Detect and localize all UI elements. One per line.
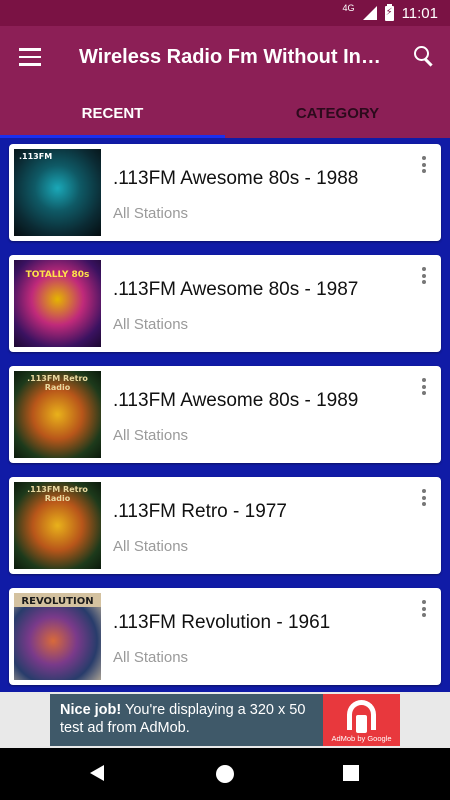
more-options-icon[interactable] [421,600,427,618]
network-type: 4G [342,3,355,13]
artwork-text: .113FM [19,152,53,161]
tab-bar: RECENT CATEGORY [0,90,450,138]
station-card[interactable]: .113FM .113FM Awesome 80s - 1988 All Sta… [9,144,441,241]
more-options-icon[interactable] [421,267,427,285]
ad-text: Nice job! You're displaying a 320 x 50 t… [60,701,310,737]
status-icons: 4G ⚡ 11:01 [343,3,438,23]
clock: 11:01 [401,4,438,22]
station-artwork: TOTALLY 80s [14,260,101,347]
more-options-icon[interactable] [421,156,427,174]
admob-brand-text: AdMob by Google [331,734,392,743]
station-category: All Stations [113,427,189,444]
station-name: .113FM Awesome 80s - 1988 [113,168,359,189]
station-category: All Stations [113,538,189,555]
tab-recent[interactable]: RECENT [0,90,225,138]
ad-banner[interactable]: Nice job! You're displaying a 320 x 50 t… [0,692,450,748]
status-bar: 4G ⚡ 11:01 [0,0,450,26]
tab-category[interactable]: CATEGORY [225,90,450,138]
search-icon[interactable] [414,46,434,67]
station-list[interactable]: .113FM .113FM Awesome 80s - 1988 All Sta… [0,138,450,692]
station-artwork: .113FM Retro Radio [14,371,101,458]
ad-creative[interactable]: Nice job! You're displaying a 320 x 50 t… [50,694,400,746]
app-bar: Wireless Radio Fm Without Internet [0,26,450,90]
more-options-icon[interactable] [421,378,427,396]
station-card[interactable]: REVOLUTION .113FM Revolution - 1961 All … [9,588,441,685]
station-artwork: .113FM Retro Radio [14,482,101,569]
station-card[interactable]: .113FM Retro Radio .113FM Awesome 80s - … [9,366,441,463]
battery-icon: ⚡ [384,3,394,21]
station-card[interactable]: .113FM Retro Radio .113FM Retro - 1977 A… [9,477,441,574]
artwork-text: .113FM Retro Radio [27,485,88,503]
more-options-icon[interactable] [421,489,427,507]
back-icon[interactable] [90,765,104,781]
artwork-text: .113FM Retro Radio [27,374,88,392]
recents-icon[interactable] [343,765,359,781]
station-artwork: .113FM [14,149,101,236]
station-category: All Stations [113,649,189,666]
station-category: All Stations [113,205,189,222]
admob-logo: AdMob by Google [323,694,400,746]
artwork-text: REVOLUTION [14,593,101,607]
station-artwork: REVOLUTION [14,593,101,680]
station-card[interactable]: TOTALLY 80s .113FM Awesome 80s - 1987 Al… [9,255,441,352]
admob-icon [347,700,376,733]
station-name: .113FM Awesome 80s - 1989 [113,390,359,411]
station-name: .113FM Retro - 1977 [113,501,287,522]
home-icon[interactable] [216,765,234,783]
station-name: .113FM Revolution - 1961 [113,612,331,633]
system-nav-bar [0,748,450,800]
artwork-text: TOTALLY 80s [25,270,90,280]
menu-icon[interactable] [19,48,41,66]
station-category: All Stations [113,316,189,333]
ad-headline: Nice job! [60,702,122,718]
signal-icon [362,6,377,20]
station-name: .113FM Awesome 80s - 1987 [113,279,359,300]
charging-bolt: ⚡ [385,6,393,18]
page-title: Wireless Radio Fm Without Internet [79,46,384,68]
